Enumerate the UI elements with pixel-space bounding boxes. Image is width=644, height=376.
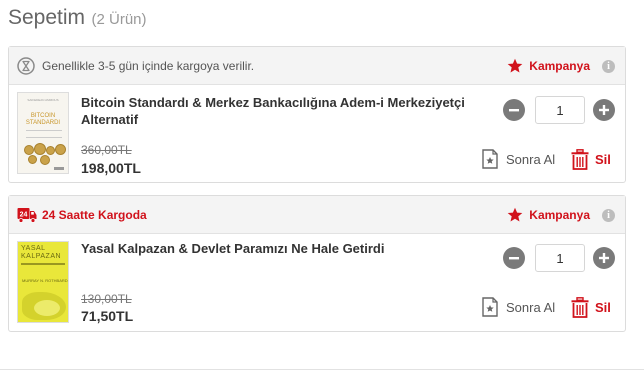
minus-icon <box>509 257 519 260</box>
quantity-input[interactable] <box>535 244 585 272</box>
decrease-quantity-button[interactable] <box>503 99 525 121</box>
shipping-info: Genellikle 3-5 gün içinde kargoya verili… <box>17 47 254 85</box>
fast-delivery-truck-icon: 24 <box>17 206 37 224</box>
star-icon <box>507 58 523 73</box>
remove-item-button[interactable]: Sil <box>571 147 611 171</box>
cover-title: YASAL <box>21 245 46 252</box>
decrease-quantity-button[interactable] <box>503 247 525 269</box>
plus-icon <box>599 105 609 115</box>
current-price: 71,50TL <box>81 308 134 324</box>
page-title: Sepetim <box>8 6 86 29</box>
product-title[interactable]: Bitcoin Standardı & Merkez Bankacılığına… <box>81 94 501 128</box>
campaign-badge[interactable]: Kampanya i <box>507 196 615 234</box>
hourglass-icon <box>17 57 37 75</box>
campaign-label: Kampanya <box>529 208 590 222</box>
group-header: Genellikle 3-5 gün içinde kargoya verili… <box>9 47 625 85</box>
product-title[interactable]: Yasal Kalpazan & Devlet Paramızı Ne Hale… <box>81 240 501 257</box>
product-cover-image[interactable]: SAIFEDEAN AMMOUS BITCOIN STANDARDI <box>17 92 69 174</box>
buy-later-button[interactable]: Sonra Al <box>482 147 555 171</box>
shipping-text: Genellikle 3-5 gün içinde kargoya verili… <box>42 59 255 73</box>
cart-header: Sepetim (2 Ürün) <box>8 6 147 32</box>
increase-quantity-button[interactable] <box>593 99 615 121</box>
item-count: (2 Ürün) <box>91 11 147 28</box>
bookmark-document-icon <box>482 149 498 169</box>
quantity-input[interactable] <box>535 96 585 124</box>
buy-later-label: Sonra Al <box>506 151 556 167</box>
cover-author: SAIFEDEAN AMMOUS <box>27 98 59 102</box>
campaign-badge[interactable]: Kampanya i <box>507 47 615 85</box>
buy-later-label: Sonra Al <box>506 299 556 315</box>
old-price: 130,00TL <box>81 292 132 306</box>
current-price: 198,00TL <box>81 160 141 176</box>
shipping-text: 24 Saatte Kargoda <box>42 208 147 222</box>
product-cover-image[interactable]: YASAL KALPAZAN MURRAY N. ROTHBARD <box>17 241 69 323</box>
remove-item-button[interactable]: Sil <box>571 295 611 319</box>
cover-title: BITCOIN <box>30 113 56 119</box>
remove-label: Sil <box>595 299 611 315</box>
badge-24: 24 <box>20 212 28 219</box>
campaign-label: Kampanya <box>529 59 590 73</box>
info-icon[interactable]: i <box>602 59 615 73</box>
cart-group: Genellikle 3-5 gün içinde kargoya verili… <box>8 46 626 183</box>
cover-title: KALPAZAN <box>21 253 62 260</box>
shipping-info: 24 24 Saatte Kargoda <box>17 196 147 234</box>
cover-author: MURRAY N. ROTHBARD <box>22 278 68 283</box>
plus-icon <box>599 253 609 263</box>
group-header: 24 24 Saatte Kargoda Kampanya i <box>9 196 625 234</box>
star-icon <box>507 207 523 222</box>
cover-title: STANDARDI <box>25 120 61 126</box>
info-icon[interactable]: i <box>602 208 615 222</box>
buy-later-button[interactable]: Sonra Al <box>482 295 555 319</box>
divider <box>0 369 644 370</box>
cart-group: 24 24 Saatte Kargoda Kampanya i YASAL KA… <box>8 195 626 332</box>
increase-quantity-button[interactable] <box>593 247 615 269</box>
trash-icon <box>571 296 589 318</box>
minus-icon <box>509 109 519 112</box>
remove-label: Sil <box>595 151 611 167</box>
old-price: 360,00TL <box>81 143 132 157</box>
bookmark-document-icon <box>482 297 498 317</box>
trash-icon <box>571 148 589 170</box>
